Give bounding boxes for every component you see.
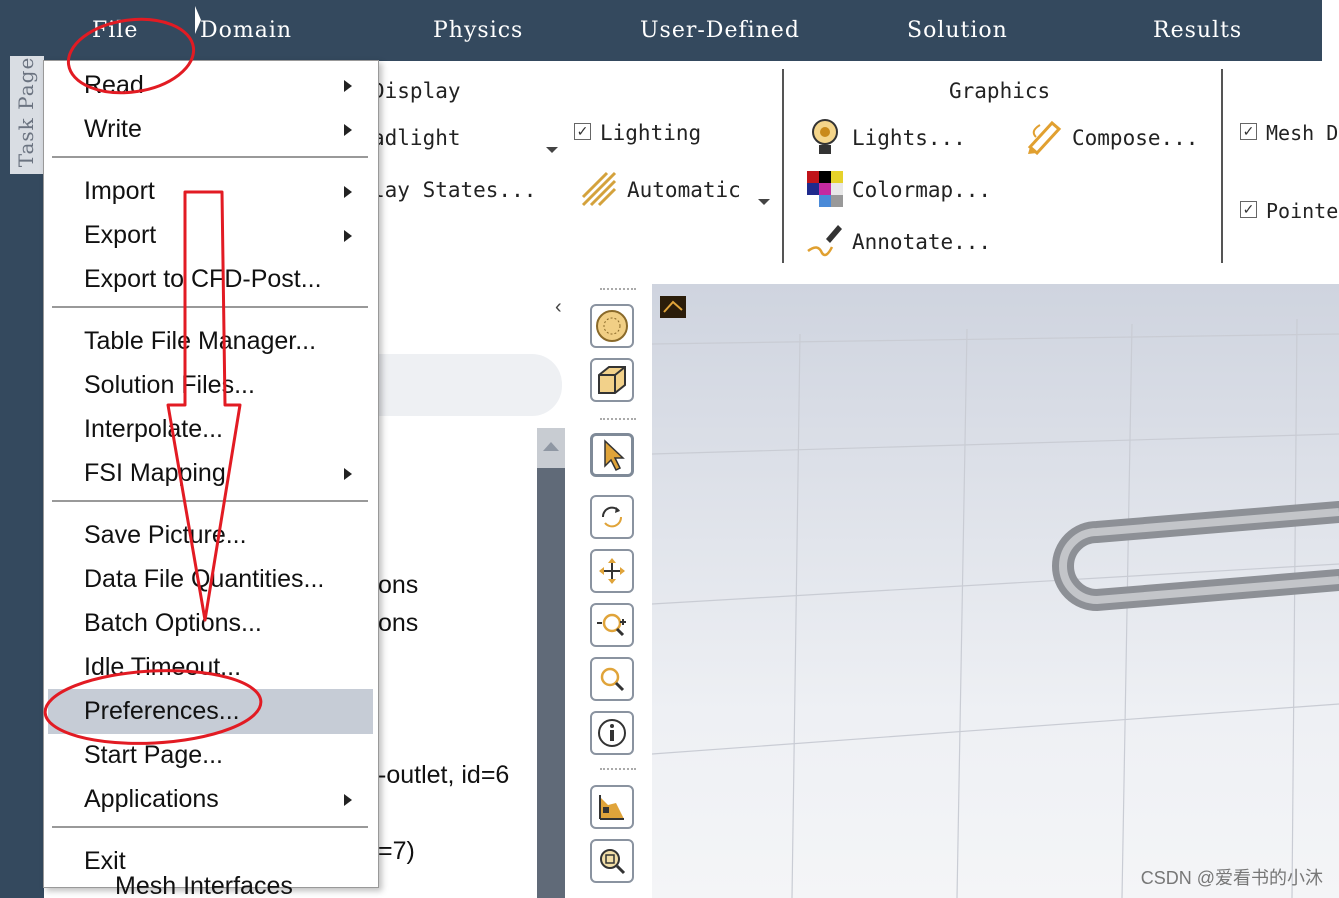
annotation-arrow [166,190,242,622]
annotation-circle-file [66,17,196,95]
red-annotation-overlay [43,17,263,745]
annotation-circle-preferences [43,669,263,745]
